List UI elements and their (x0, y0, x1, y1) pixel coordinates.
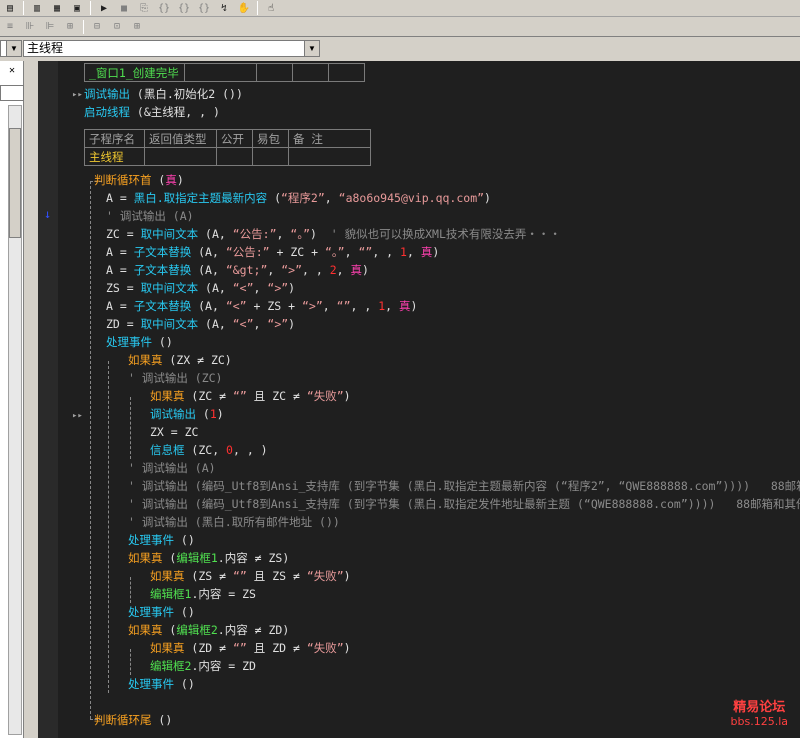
code-line[interactable]: 判断循环首 (真) (94, 171, 184, 189)
size-height-icon[interactable]: ⊡ (109, 19, 125, 34)
selector-row: ▼ 主线程 ▼ (0, 38, 800, 60)
code-comment[interactable]: ' 调试输出 (黑白.取所有邮件地址 ()) (128, 513, 340, 531)
code-comment[interactable]: ' 调试输出 (A) (128, 459, 216, 477)
editor-gutter (38, 61, 58, 738)
if-flow-line (108, 361, 109, 693)
if-flow-line (130, 577, 131, 603)
code-line[interactable]: 编辑框2.内容 = ZD (150, 657, 256, 675)
subroutine-selector-value: 主线程 (27, 41, 64, 55)
format-icon[interactable]: ▤ (2, 1, 18, 16)
fold-marker-icon[interactable]: ▸▸ (72, 90, 83, 100)
code-line[interactable]: A = 子文本替换 (A, “&gt;”, “>”, , 2, 真) (106, 261, 369, 279)
hand-icon[interactable]: ✋ (236, 1, 252, 16)
toolbar-separator (23, 1, 24, 15)
table-cell (288, 147, 371, 166)
table-cell (184, 63, 257, 82)
left-panel-scrollbar[interactable] (8, 105, 22, 735)
code-line[interactable]: ZD = 取中间文本 (A, “<”, “>”) (106, 315, 295, 333)
code-line[interactable]: A = 黑白.取指定主题最新内容 (“程序2”, “a8o6o945@vip.q… (106, 189, 491, 207)
step-out-icon[interactable]: {} (196, 1, 212, 16)
object-selector[interactable]: ▼ (0, 40, 22, 57)
loop-flow-line (90, 181, 91, 719)
code-line[interactable]: ZC = 取中间文本 (A, “公告:”, “。”) ' 貌似也可以换成XML技… (106, 225, 561, 243)
code-line[interactable]: 判断循环尾 () (94, 711, 172, 729)
column-header: 易包 (252, 129, 289, 148)
watermark-title: 精易论坛 (733, 700, 786, 715)
run-to-cursor-icon[interactable]: ↯ (216, 1, 232, 16)
align-left-icon[interactable]: ≡ (2, 19, 18, 34)
column-header: 备 注 (288, 129, 371, 148)
code-line[interactable]: 如果真 (ZD ≠ “” 且 ZD ≠ “失败”) (150, 639, 351, 657)
code-line[interactable]: 信息框 (ZC, 0, , ) (150, 441, 268, 459)
code-line[interactable]: 编辑框1.内容 = ZS (150, 585, 256, 603)
align-center-icon[interactable]: ⊪ (22, 19, 38, 34)
chevron-down-icon: ▼ (6, 41, 21, 56)
layout-split-icon[interactable]: ▦ (49, 1, 65, 16)
subroutine-table: 子程序名 返回值类型 公开 易包 备 注 主线程 (84, 129, 371, 166)
code-line[interactable]: 如果真 (ZC ≠ “” 且 ZC ≠ “失败”) (150, 387, 351, 405)
close-icon[interactable]: ✕ (6, 65, 18, 77)
code-line[interactable]: 调试输出 (黑白.初始化2 ()) (84, 85, 243, 103)
table-cell (256, 63, 293, 82)
table-cell (216, 147, 253, 166)
event-table: _窗口1_创建完毕 (84, 63, 365, 82)
scrollbar-thumb[interactable] (9, 128, 21, 238)
code-line[interactable]: A = 子文本替换 (A, “公告:” + ZC + “。”, “”, , 1,… (106, 243, 439, 261)
forum-watermark: 精易论坛 bbs.125.la (731, 696, 788, 728)
left-panel: ✕ (0, 61, 38, 738)
code-line[interactable]: 如果真 (ZS ≠ “” 且 ZS ≠ “失败”) (150, 567, 351, 585)
code-line[interactable]: 如果真 (编辑框1.内容 ≠ ZS) (128, 549, 289, 567)
column-header: 公开 (216, 129, 253, 148)
table-cell (144, 147, 217, 166)
align-right-icon[interactable]: ⊫ (42, 19, 58, 34)
code-line[interactable]: 调试输出 (1) (150, 405, 224, 423)
column-header: 返回值类型 (144, 129, 217, 148)
code-comment[interactable]: ' 调试输出 (ZC) (128, 369, 222, 387)
code-line[interactable]: A = 子文本替换 (A, “<” + ZS + “>”, “”, , 1, 真… (106, 297, 417, 315)
toolbar-separator (90, 1, 91, 15)
table-cell (292, 63, 329, 82)
code-line[interactable]: 处理事件 () (106, 333, 173, 351)
table-icon[interactable]: ⊞ (62, 19, 78, 34)
code-line[interactable]: 处理事件 () (128, 531, 195, 549)
left-panel-combo[interactable] (0, 85, 24, 101)
code-comment[interactable]: ' 调试输出 (A) (106, 207, 194, 225)
toolbar-row-2: ≡ ⊪ ⊫ ⊞ ⊟ ⊡ ⊞ (0, 17, 800, 37)
column-header: 子程序名 (84, 129, 145, 148)
step-icon[interactable]: ⎘ (136, 1, 152, 16)
grid-icon[interactable]: ⊞ (129, 19, 145, 34)
play-icon[interactable]: ▶ (96, 1, 112, 16)
if-flow-line (130, 649, 131, 675)
help-icon[interactable]: ☝ (263, 1, 279, 16)
code-comment[interactable]: ' 调试输出 (编码_Utf8到Ansi_支持库 (到字节集 (黑白.取指定主题… (128, 477, 800, 495)
code-line[interactable]: 启动线程 (&主线程, , ) (84, 103, 220, 121)
size-icon[interactable]: ⊟ (89, 19, 105, 34)
toolbar-separator (83, 19, 84, 34)
window-icon[interactable]: ▣ (69, 1, 85, 16)
chevron-down-icon: ▼ (304, 41, 319, 56)
toolbar-separator (257, 1, 258, 15)
if-flow-line (130, 397, 131, 459)
breakpoint-arrow-icon[interactable]: ↓ (44, 207, 51, 221)
code-line[interactable]: 如果真 (编辑框2.内容 ≠ ZD) (128, 621, 289, 639)
subroutine-name-cell[interactable]: 主线程 (84, 147, 145, 166)
code-line[interactable]: 如果真 (ZX ≠ ZC) (128, 351, 232, 369)
stop-icon[interactable]: ■ (116, 1, 132, 16)
step-into-icon[interactable]: {} (156, 1, 172, 16)
table-cell (252, 147, 289, 166)
code-line[interactable]: 处理事件 () (128, 603, 195, 621)
code-editor[interactable]: _窗口1_创建完毕 ▸▸ 调试输出 (黑白.初始化2 ()) 启动线程 (&主线… (38, 61, 800, 738)
code-line[interactable]: ZS = 取中间文本 (A, “<”, “>”) (106, 279, 295, 297)
watermark-url: bbs.125.la (730, 715, 788, 728)
code-comment[interactable]: ' 调试输出 (编码_Utf8到Ansi_支持库 (到字节集 (黑白.取指定发件… (128, 495, 800, 513)
step-over-icon[interactable]: {} (176, 1, 192, 16)
table-cell (328, 63, 365, 82)
fold-marker-icon[interactable]: ▸▸ (72, 411, 83, 421)
code-line[interactable]: ZX = ZC (150, 423, 198, 441)
event-name-cell[interactable]: _窗口1_创建完毕 (84, 63, 185, 82)
subroutine-selector[interactable]: 主线程 ▼ (23, 40, 320, 57)
code-line[interactable]: 处理事件 () (128, 675, 195, 693)
layout-icon[interactable]: ▥ (29, 1, 45, 16)
toolbar-row-1: ▤ ▥ ▦ ▣ ▶ ■ ⎘ {} {} {} ↯ ✋ ☝ (0, 0, 800, 17)
